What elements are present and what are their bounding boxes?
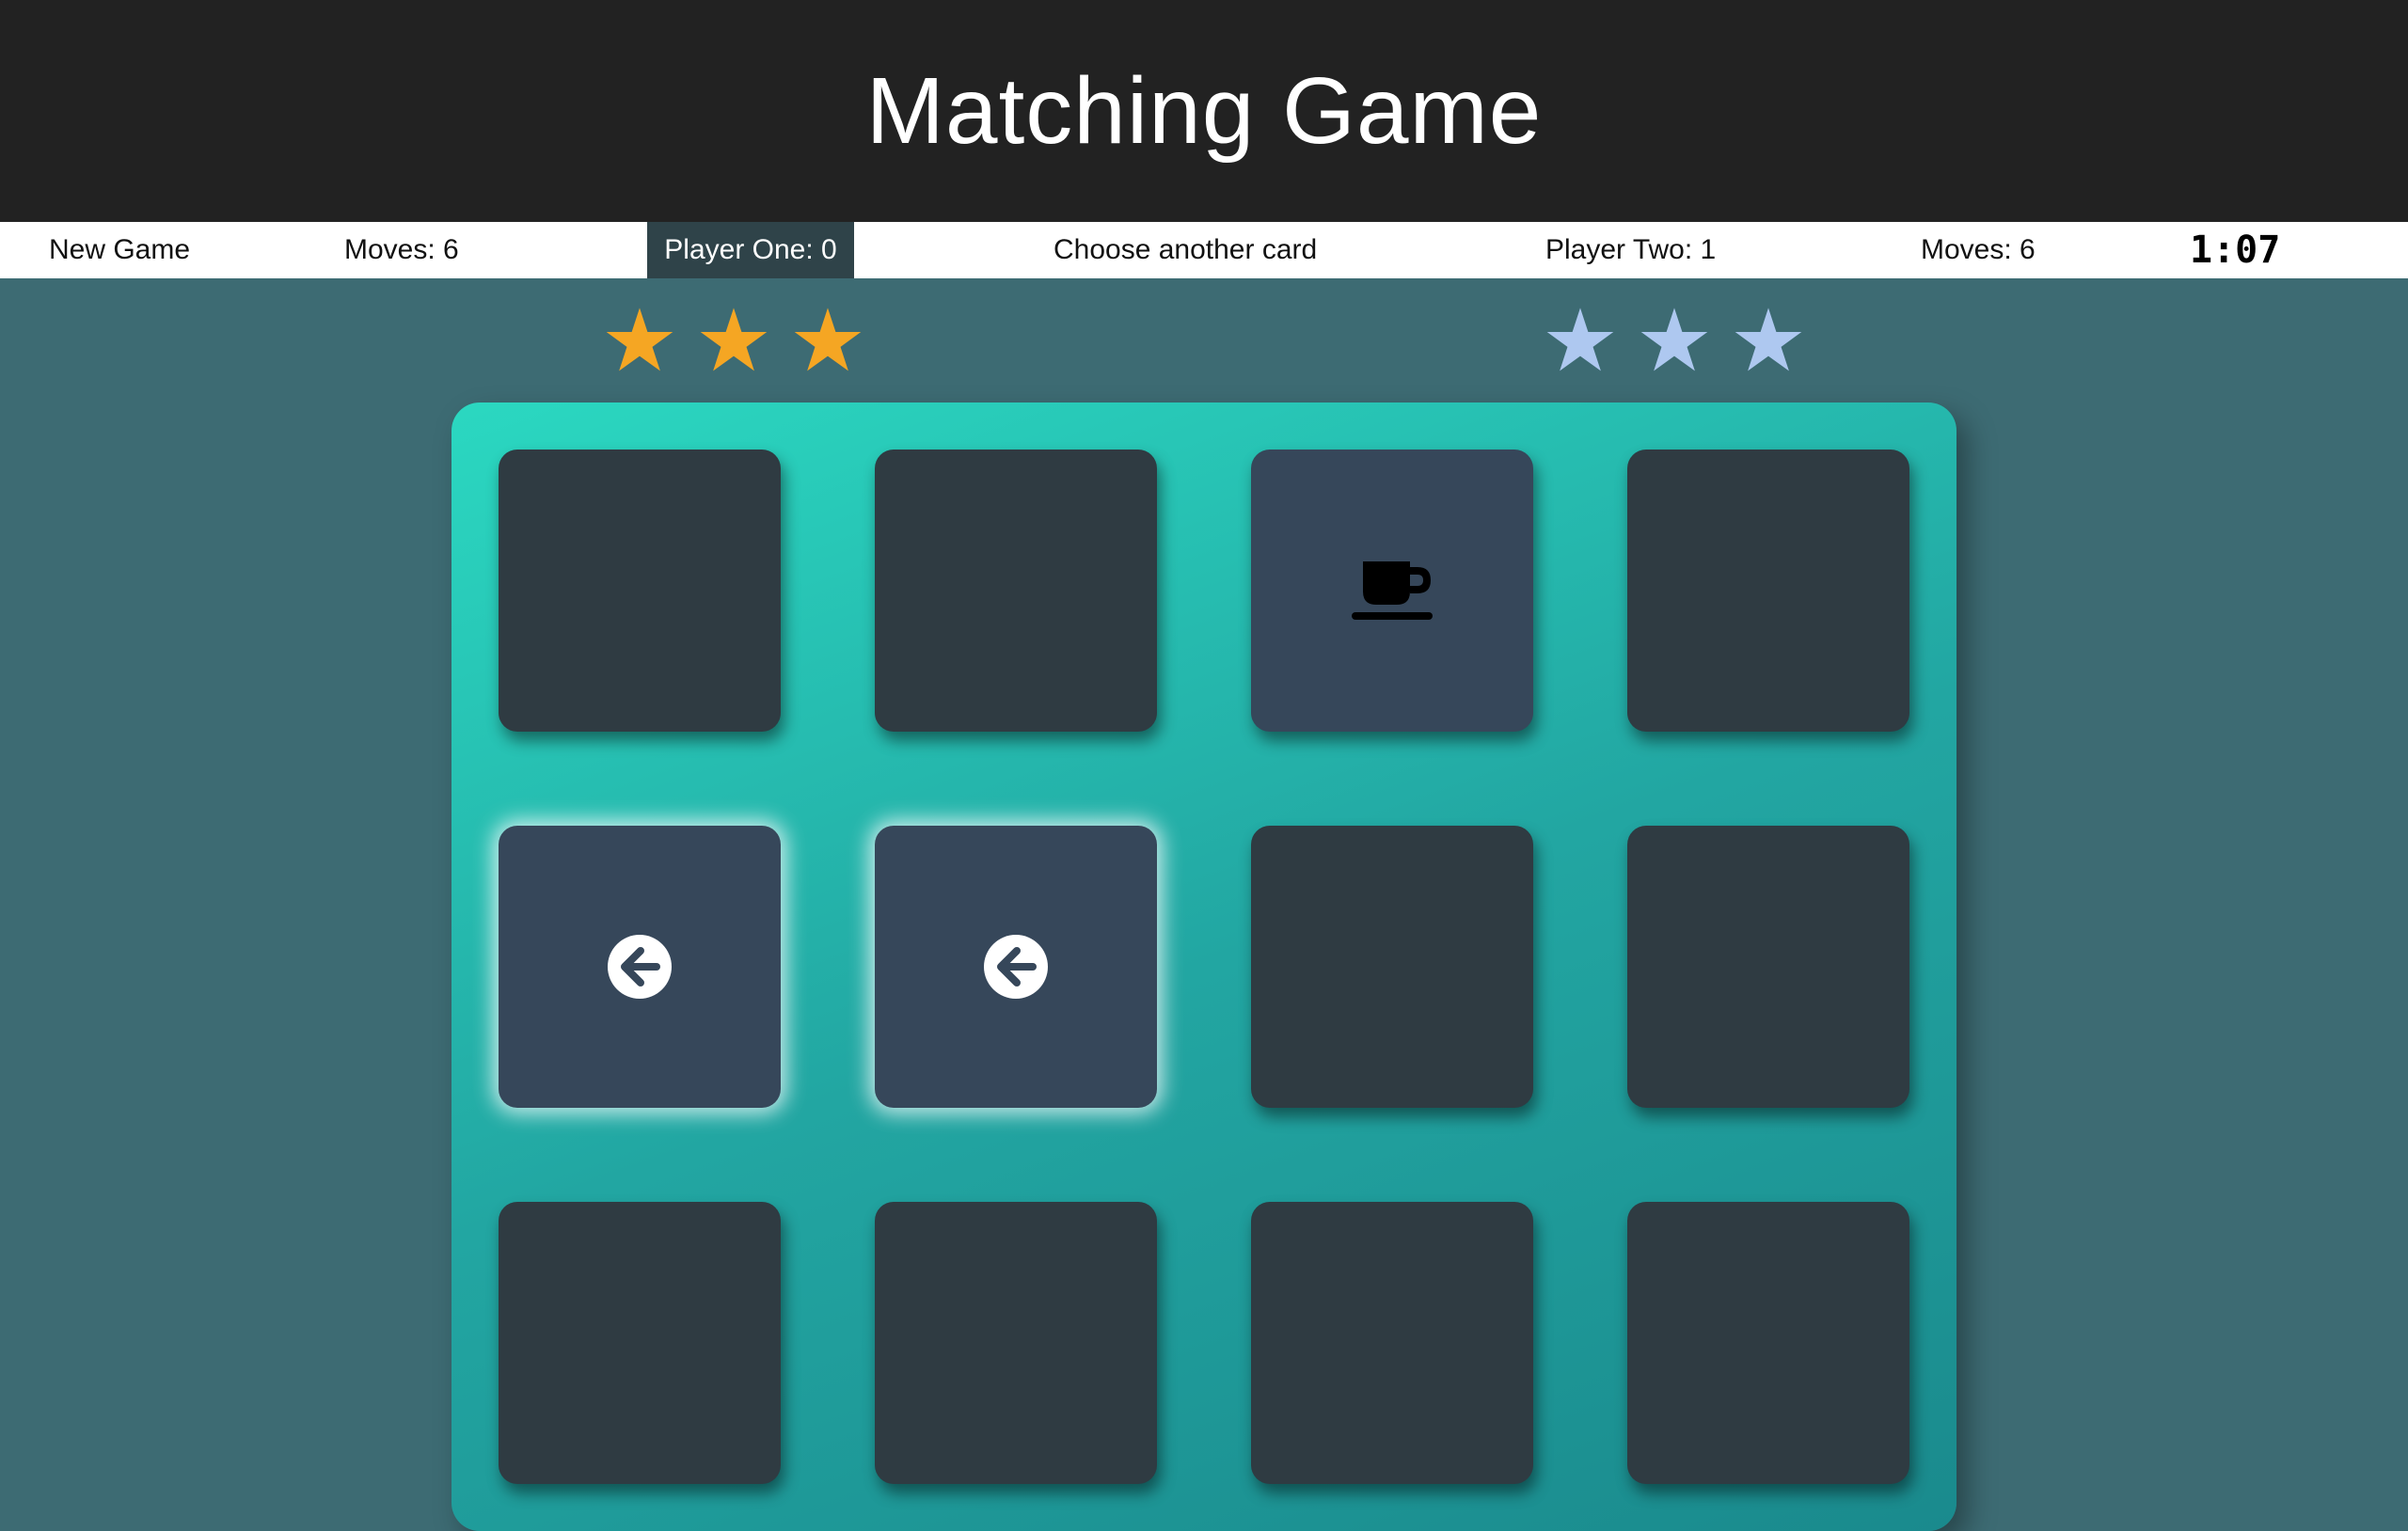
player-two-score: Player Two: 1 — [1545, 234, 1717, 265]
card[interactable] — [875, 1202, 1157, 1484]
player-one-moves: Moves: 6 — [344, 234, 459, 265]
card[interactable] — [1627, 1202, 1909, 1484]
star-icon: ★ — [1541, 293, 1620, 389]
star-icon: ★ — [694, 293, 773, 389]
card[interactable] — [875, 826, 1157, 1108]
player-one-star-rating: ★ ★ ★ — [593, 293, 875, 389]
arrow-circle-left-icon — [607, 934, 673, 1000]
star-icon: ★ — [1729, 293, 1808, 389]
card[interactable] — [499, 826, 781, 1108]
game-timer: 1:07 — [2190, 229, 2281, 272]
page-title: Matching Game — [865, 57, 1543, 164]
game-status-message: Choose another card — [1054, 234, 1318, 265]
star-icon: ★ — [788, 293, 867, 389]
score-panel: New Game Moves: 6 Player One: 0 Choose a… — [0, 222, 2408, 278]
card[interactable] — [1251, 450, 1533, 732]
star-icon: ★ — [1635, 293, 1714, 389]
player-one-score: Player One: 0 — [647, 222, 854, 278]
new-game-button[interactable]: New Game — [49, 222, 190, 278]
card[interactable] — [1251, 826, 1533, 1108]
card[interactable] — [875, 450, 1157, 732]
player-two-star-rating: ★ ★ ★ — [1533, 293, 1815, 389]
card[interactable] — [499, 1202, 781, 1484]
game-header: Matching Game — [0, 0, 2408, 222]
coffee-cup-icon — [1350, 558, 1434, 623]
card[interactable] — [1627, 450, 1909, 732]
game-board — [452, 402, 1956, 1531]
player-two-moves: Moves: 6 — [1921, 234, 2036, 265]
card[interactable] — [1251, 1202, 1533, 1484]
arrow-circle-left-icon — [983, 934, 1049, 1000]
card[interactable] — [499, 450, 781, 732]
star-icon: ★ — [600, 293, 679, 389]
card[interactable] — [1627, 826, 1909, 1108]
